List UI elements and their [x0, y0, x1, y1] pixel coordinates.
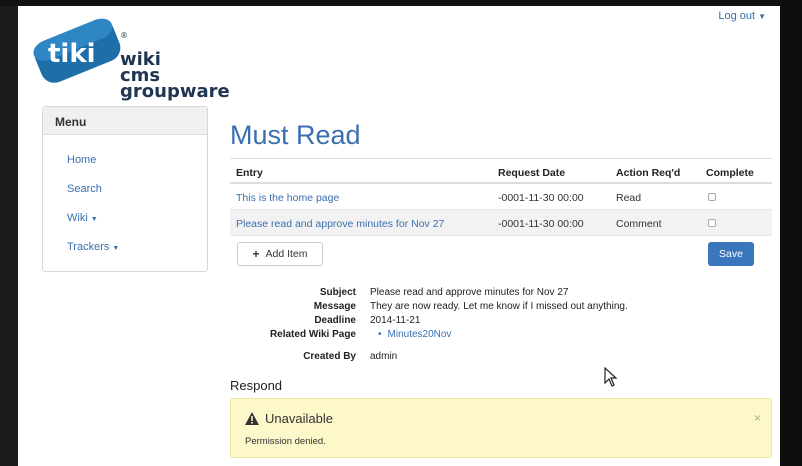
registered-mark: ® [120, 31, 128, 40]
page-title: Must Read [230, 120, 361, 150]
related-wiki-page-link[interactable]: Minutes20Nov [388, 329, 452, 340]
tiki-logo[interactable]: tiki ® wiki cms groupware [28, 12, 230, 116]
menu-item-trackers[interactable]: Trackers ▼ [67, 241, 119, 253]
menu-item-label: Home [67, 154, 97, 166]
subject-value: Please read and approve minutes for Nov … [370, 287, 569, 298]
subject-label: Subject [319, 287, 356, 298]
menu-item-wiki[interactable]: Wiki ▼ [67, 212, 98, 224]
chevron-down-icon: ▼ [90, 216, 98, 223]
menu-item-label: Wiki [67, 212, 88, 224]
mouse-cursor-icon [604, 367, 618, 387]
entry-link[interactable]: This is the home page [236, 192, 339, 204]
menu-item-label: Trackers [67, 241, 110, 253]
table-row[interactable]: Please read and approve minutes for Nov … [230, 210, 772, 236]
column-header-action: Action Req'd [616, 167, 681, 179]
warning-icon [245, 412, 259, 425]
menu-item-label: Search [67, 183, 102, 195]
close-icon[interactable]: × [754, 411, 761, 425]
column-header-request-date: Request Date [498, 167, 566, 179]
logout-link[interactable]: Log out ▼ [718, 10, 766, 22]
column-header-entry: Entry [236, 167, 263, 179]
table-header: Entry Request Date Action Req'd Complete [230, 158, 772, 184]
menu-item-home[interactable]: Home [67, 154, 96, 166]
action-required: Comment [616, 218, 662, 230]
logo-mark-text: tiki [48, 39, 96, 69]
screen-frame-right [780, 0, 802, 466]
complete-checkbox[interactable] [708, 193, 716, 201]
respond-heading: Respond [230, 378, 283, 393]
add-item-label: Add Item [265, 248, 308, 260]
deadline-value: 2014-11-21 [370, 315, 421, 326]
column-header-complete: Complete [706, 167, 754, 179]
table-row[interactable]: This is the home page -0001-11-30 00:00 … [230, 184, 772, 210]
chevron-down-icon: ▼ [112, 245, 120, 252]
menu-item-search[interactable]: Search [67, 183, 102, 195]
message-label: Message [313, 301, 356, 312]
related-wiki-page-item: • Minutes20Nov [378, 329, 451, 340]
request-date: -0001-11-30 00:00 [498, 192, 584, 204]
alert-title: Unavailable [265, 411, 333, 426]
alert-message: Permission denied. [245, 436, 326, 447]
chevron-down-icon: ▼ [758, 12, 766, 21]
created-by-value: admin [370, 351, 398, 362]
bullet-icon: • [378, 329, 382, 340]
request-date: -0001-11-30 00:00 [498, 218, 584, 230]
must-read-table: Entry Request Date Action Req'd Complete… [230, 158, 772, 236]
related-wiki-page-label: Related Wiki Page [269, 329, 356, 340]
side-menu: Menu Home Search Wiki ▼ Trackers ▼ [42, 106, 208, 272]
logout-label: Log out [718, 10, 756, 22]
page: Log out ▼ tiki ® wiki cms groupware Menu … [18, 6, 780, 466]
action-required: Read [616, 192, 642, 204]
created-by-label: Created By [303, 351, 356, 362]
unavailable-alert: Unavailable Permission denied. × [230, 398, 772, 458]
add-item-button[interactable]: + Add Item [237, 242, 323, 266]
message-value: They are now ready. Let me know if I mis… [370, 301, 628, 312]
entry-link[interactable]: Please read and approve minutes for Nov … [236, 218, 444, 230]
save-button[interactable]: Save [708, 242, 754, 266]
logo-wordmark: wiki cms groupware [120, 51, 230, 102]
plus-icon: + [252, 247, 260, 261]
complete-checkbox[interactable] [708, 219, 716, 227]
menu-title: Menu [43, 107, 207, 135]
logo-line-groupware: groupware [120, 81, 230, 102]
deadline-label: Deadline [314, 315, 356, 326]
